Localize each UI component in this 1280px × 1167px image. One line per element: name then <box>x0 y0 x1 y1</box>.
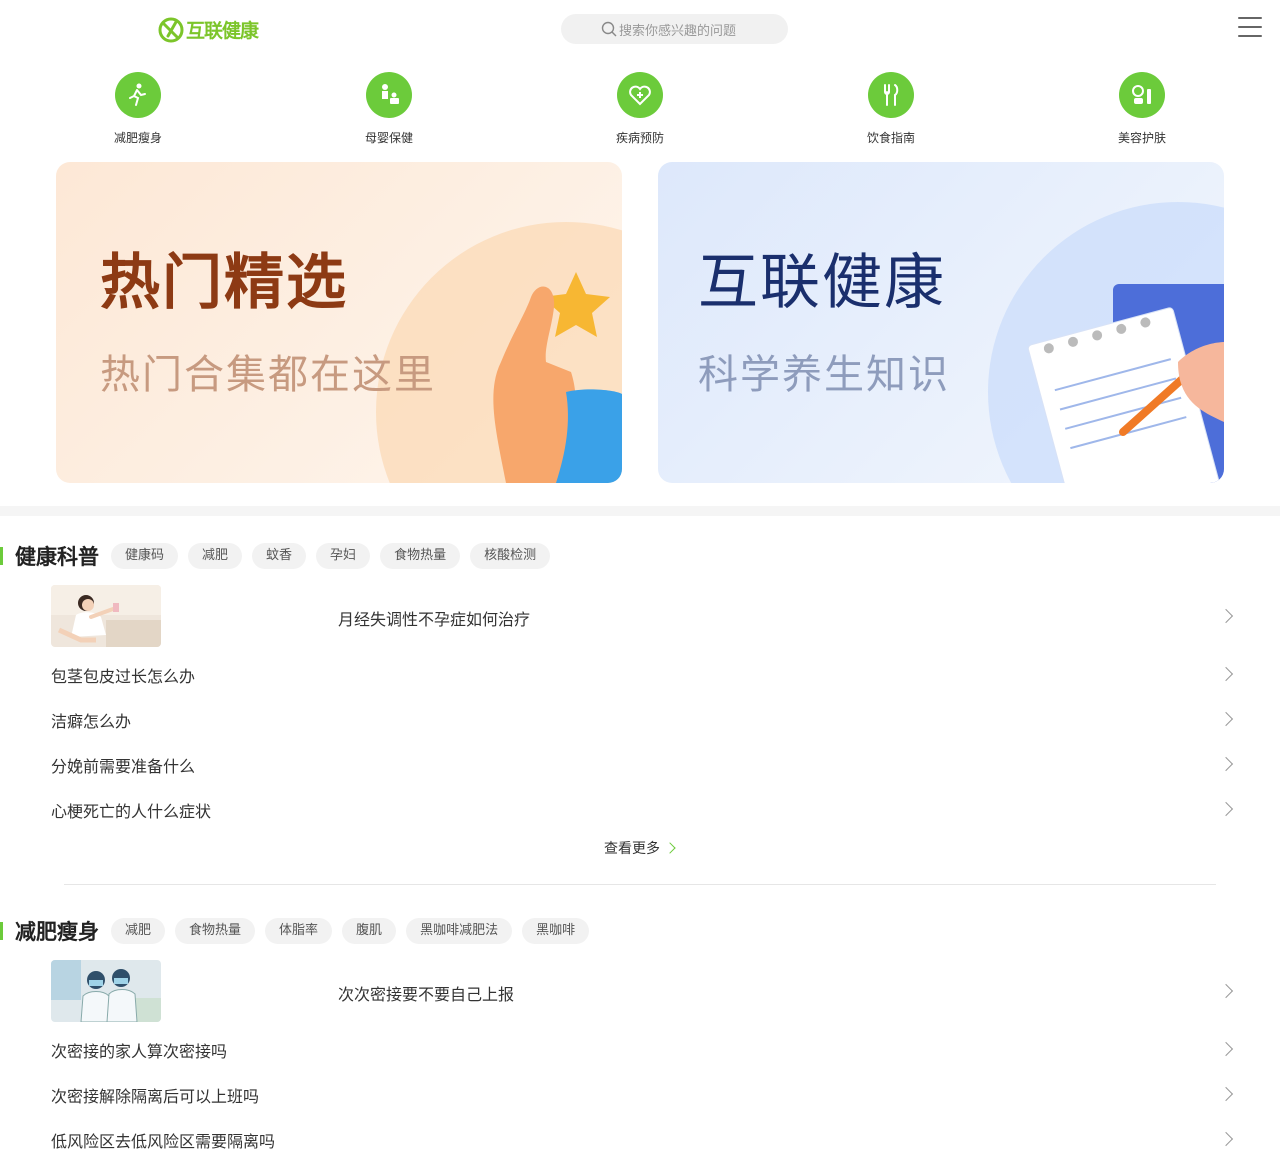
tag[interactable]: 蚊香 <box>252 543 307 569</box>
section-title: 减肥瘦身 <box>15 920 99 944</box>
article-thumbnail <box>51 960 161 1022</box>
list-item[interactable]: 心梗死亡的人什么症状 <box>51 794 1234 824</box>
banner-health-knowledge[interactable]: 互联健康 科学养生知识 <box>658 162 1224 483</box>
category-label: 减肥瘦身 <box>113 131 162 145</box>
section-weight-loss: 减肥瘦身 减肥 食物热量 体脂率 腹肌 黑咖啡减肥法 黑咖啡 次次密接要不要自己… <box>0 916 1280 1166</box>
category-label: 饮食指南 <box>866 131 915 145</box>
list-item[interactable]: 洁癖怎么办 <box>51 704 1234 734</box>
tag[interactable]: 黑咖啡 <box>522 918 590 944</box>
tag[interactable]: 食物热量 <box>175 918 256 944</box>
tag[interactable]: 减肥 <box>188 543 243 569</box>
chevron-right-icon <box>1218 801 1234 817</box>
search-input[interactable]: 搜索你感兴趣的问题 <box>561 14 788 44</box>
fork-knife-icon <box>868 72 914 118</box>
category-nav: 减肥瘦身 母婴保健 疾病预防 饮食指南 美容护肤 <box>0 72 1280 152</box>
banner-title: 互联健康 <box>698 248 946 318</box>
chevron-right-icon <box>1218 1086 1234 1102</box>
list-item-title: 分娩前需要准备什么 <box>51 757 196 776</box>
mother-baby-icon <box>366 72 412 118</box>
list-item-title: 包茎包皮过长怎么办 <box>51 667 196 686</box>
list-item[interactable]: 低风险区去低风险区需要隔离吗 <box>51 1124 1234 1154</box>
section-accent-bar <box>0 922 3 940</box>
running-person-icon <box>115 72 161 118</box>
tag[interactable]: 核酸检测 <box>470 543 551 569</box>
logo-icon <box>158 17 184 43</box>
list-item-title: 洁癖怎么办 <box>51 712 132 731</box>
article-thumbnail <box>51 585 161 647</box>
logo[interactable]: 互联健康 <box>158 14 259 44</box>
banner-title: 热门精选 <box>100 248 348 318</box>
featured-article-title: 月经失调性不孕症如何治疗 <box>338 610 531 629</box>
section-health-science: 健康科普 健康码 减肥 蚊香 孕妇 食物热量 核酸检测 月经失调性不孕症如何治疗… <box>0 541 1280 861</box>
thumbs-up-illustration <box>376 222 622 483</box>
tag[interactable]: 食物热量 <box>380 543 461 569</box>
logo-text: 互联健康 <box>186 19 259 42</box>
chevron-right-icon <box>1218 711 1234 727</box>
tag[interactable]: 黑咖啡减肥法 <box>406 918 513 944</box>
search-placeholder: 搜索你感兴趣的问题 <box>619 23 737 39</box>
chevron-right-icon <box>1218 983 1234 999</box>
cosmetics-icon <box>1119 72 1165 118</box>
category-beauty[interactable]: 美容护肤 <box>1092 72 1192 146</box>
chevron-right-icon <box>1218 1041 1234 1057</box>
list-item[interactable]: 包茎包皮过长怎么办 <box>51 659 1234 689</box>
section-header: 健康科普 健康码 减肥 蚊香 孕妇 食物热量 核酸检测 <box>0 541 560 571</box>
list-item[interactable]: 次密接的家人算次密接吗 <box>51 1034 1234 1064</box>
view-more-label: 查看更多 <box>604 841 660 857</box>
section-accent-bar <box>0 547 3 565</box>
category-diet[interactable]: 饮食指南 <box>841 72 941 146</box>
list-item-title: 次密接的家人算次密接吗 <box>51 1042 228 1061</box>
tag[interactable]: 减肥 <box>111 918 166 944</box>
category-weight-loss[interactable]: 减肥瘦身 <box>88 72 188 146</box>
category-maternal[interactable]: 母婴保健 <box>339 72 439 146</box>
category-label: 母婴保健 <box>364 131 413 145</box>
category-disease-prevention[interactable]: 疾病预防 <box>590 72 690 146</box>
chevron-right-icon <box>664 842 676 854</box>
tag[interactable]: 孕妇 <box>316 543 371 569</box>
tag[interactable]: 健康码 <box>111 543 179 569</box>
section-title: 健康科普 <box>15 545 99 569</box>
list-item-title: 心梗死亡的人什么症状 <box>51 802 212 821</box>
category-label: 疾病预防 <box>615 131 664 145</box>
chevron-right-icon <box>1218 608 1234 624</box>
chevron-right-icon <box>1218 1131 1234 1147</box>
section-separator <box>64 884 1216 885</box>
chevron-right-icon <box>1218 756 1234 772</box>
list-item[interactable]: 次密接解除隔离后可以上班吗 <box>51 1079 1234 1109</box>
featured-article[interactable]: 月经失调性不孕症如何治疗 <box>51 585 1234 647</box>
view-more-link[interactable]: 查看更多 <box>604 838 676 858</box>
category-label: 美容护肤 <box>1117 131 1166 145</box>
banner-subtitle: 科学养生知识 <box>698 352 950 398</box>
notebook-illustration <box>988 202 1224 483</box>
tag[interactable]: 体脂率 <box>265 918 333 944</box>
list-item-title: 低风险区去低风险区需要隔离吗 <box>51 1132 276 1151</box>
banner-hot-picks[interactable]: 热门精选 热门合集都在这里 <box>56 162 622 483</box>
list-item[interactable]: 分娩前需要准备什么 <box>51 749 1234 779</box>
search-icon <box>601 21 617 37</box>
menu-icon[interactable] <box>1238 17 1262 39</box>
tag[interactable]: 腹肌 <box>342 918 397 944</box>
featured-article-title: 次次密接要不要自己上报 <box>338 985 515 1004</box>
heart-shield-icon <box>617 72 663 118</box>
section-header: 减肥瘦身 减肥 食物热量 体脂率 腹肌 黑咖啡减肥法 黑咖啡 <box>0 916 599 946</box>
featured-article[interactable]: 次次密接要不要自己上报 <box>51 960 1234 1022</box>
section-divider <box>0 506 1280 516</box>
header: 互联健康 搜索你感兴趣的问题 <box>0 0 1280 58</box>
chevron-right-icon <box>1218 666 1234 682</box>
banner-subtitle: 热门合集都在这里 <box>100 352 436 398</box>
list-item-title: 次密接解除隔离后可以上班吗 <box>51 1087 260 1106</box>
